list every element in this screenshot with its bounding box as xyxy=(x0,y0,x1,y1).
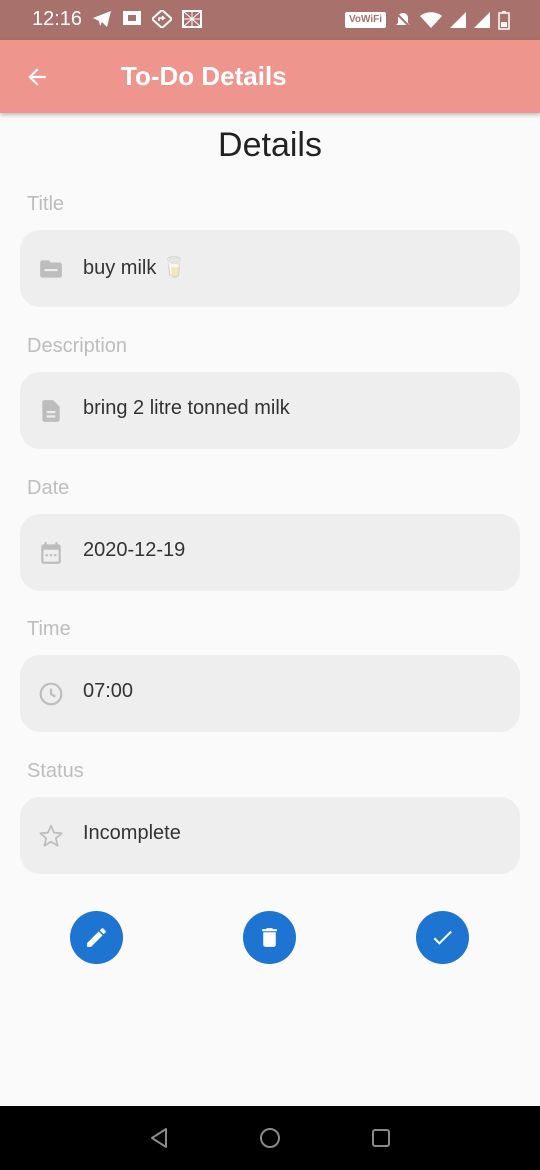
star-icon xyxy=(39,824,63,847)
edit-icon xyxy=(87,928,106,947)
status-label: Status xyxy=(27,760,84,782)
delete-icon xyxy=(262,928,277,947)
description-label: Description xyxy=(27,335,128,357)
calendar-icon xyxy=(41,542,61,564)
page-title: Details xyxy=(218,126,322,164)
notification-icons xyxy=(92,10,202,28)
status-time: 12:16 xyxy=(32,8,83,30)
title-value: buy milk 🥛 xyxy=(83,257,187,279)
network-badge: VoWiFi xyxy=(344,12,386,28)
system-nav-bar xyxy=(0,1106,540,1170)
grid-icon xyxy=(182,10,202,28)
title-label: Title xyxy=(27,193,65,215)
edit-button[interactable] xyxy=(70,911,123,964)
status-value: Incomplete xyxy=(83,822,181,844)
app-bar: To-Do Details xyxy=(0,40,540,113)
nav-home-icon[interactable] xyxy=(258,1126,282,1150)
clock-icon xyxy=(39,682,63,706)
time-label: Time xyxy=(27,618,71,640)
time-value: 07:00 xyxy=(83,680,134,702)
date-field: 2020-12-19 xyxy=(20,514,520,591)
delete-button[interactable] xyxy=(243,911,296,964)
date-label: Date xyxy=(27,477,70,499)
app-title: To-Do Details xyxy=(121,61,287,91)
signal-icon xyxy=(450,12,466,28)
wifi-icon xyxy=(420,12,442,28)
mute-icon xyxy=(395,12,411,28)
nav-recents-icon[interactable] xyxy=(369,1126,393,1150)
document-icon xyxy=(42,400,60,422)
description-field: bring 2 litre tonned milk xyxy=(20,372,520,449)
screen-cast-icon xyxy=(123,11,141,25)
system-status-icons: VoWiFi xyxy=(344,10,510,30)
date-value: 2020-12-19 xyxy=(83,539,186,561)
telegram-icon xyxy=(93,11,111,27)
time-field: 07:00 xyxy=(20,655,520,732)
description-value: bring 2 litre tonned milk xyxy=(83,397,290,419)
back-arrow-icon[interactable] xyxy=(24,64,50,90)
nav-back-icon[interactable] xyxy=(147,1126,171,1150)
status-bar: 12:16 VoWiFi xyxy=(0,0,540,40)
title-field: buy milk 🥛 xyxy=(20,230,520,307)
signal-icon xyxy=(474,12,490,28)
complete-button[interactable] xyxy=(416,911,469,964)
directions-icon xyxy=(152,10,172,28)
battery-icon xyxy=(498,11,510,30)
subject-icon xyxy=(40,260,62,278)
status-field: Incomplete xyxy=(20,797,520,874)
check-icon xyxy=(433,930,452,945)
